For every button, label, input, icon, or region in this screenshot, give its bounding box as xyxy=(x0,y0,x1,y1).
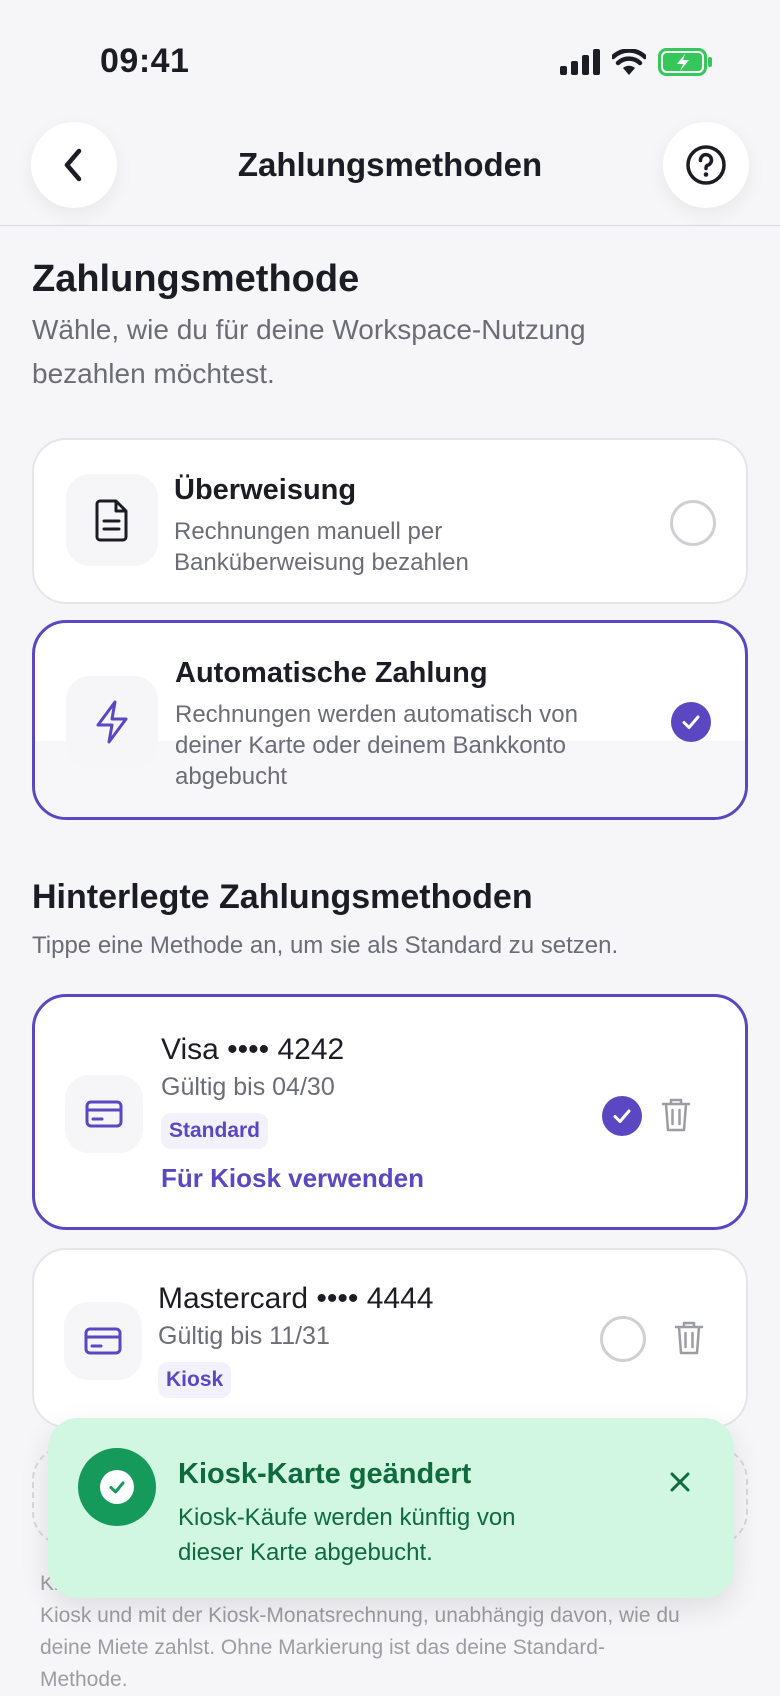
success-icon xyxy=(78,1448,156,1526)
help-button[interactable] xyxy=(663,122,749,208)
trash-icon[interactable] xyxy=(674,1320,704,1356)
footnote-line2: Kiosk und mit der Kiosk-Monatsrechnung, … xyxy=(40,1604,680,1627)
radio-selected[interactable] xyxy=(671,702,711,742)
credit-card-icon xyxy=(84,1327,122,1355)
section-description-saved-methods: Tippe eine Methode an, um sie als Standa… xyxy=(32,932,619,959)
status-bar: 09:41 xyxy=(0,0,780,110)
battery-charging-icon xyxy=(658,48,712,76)
trash-icon[interactable] xyxy=(661,1097,691,1133)
credit-card-icon-box xyxy=(65,1075,143,1153)
wifi-icon xyxy=(612,49,646,75)
credit-card-icon xyxy=(85,1100,123,1128)
help-circle-icon xyxy=(686,145,726,185)
status-icons xyxy=(560,48,712,76)
footnote-line3: deine Miete zahlst. Ohne Markierung ist … xyxy=(40,1636,605,1659)
saved-method-mastercard[interactable]: Mastercard •••• 4444 Gültig bis 11/31 Ki… xyxy=(32,1248,748,1428)
status-time: 09:41 xyxy=(100,42,190,80)
method-expiry: Gültig bis 11/31 xyxy=(158,1322,330,1350)
checkmark-icon xyxy=(613,1109,631,1123)
lightning-icon-box xyxy=(66,676,158,768)
document-icon-box xyxy=(66,474,158,566)
checkmark-icon xyxy=(682,715,700,729)
section-title-saved-methods: Hinterlegte Zahlungsmethoden xyxy=(32,878,533,916)
method-title: Visa •••• 4242 xyxy=(161,1033,345,1066)
document-icon xyxy=(95,499,128,542)
standard-badge: Standard xyxy=(161,1113,269,1149)
payment-option-transfer[interactable]: Überweisung Rechnungen manuell per Bankü… xyxy=(32,438,748,604)
option-subtitle-line1: Rechnungen werden automatisch von xyxy=(175,701,578,728)
option-subtitle-line1: Rechnungen manuell per xyxy=(174,518,443,545)
lightning-icon xyxy=(96,700,128,744)
payment-option-automatic[interactable]: Automatische Zahlung Rechnungen werden a… xyxy=(32,620,748,820)
header: Zahlungsmethoden xyxy=(0,110,780,226)
success-toast: Kiosk-Karte geändert Kiosk-Käufe werden … xyxy=(48,1418,734,1598)
footnote-line4: Methode. xyxy=(40,1668,128,1691)
toast-message-line2: dieser Karte abgebucht. xyxy=(178,1539,433,1566)
saved-method-visa[interactable]: Visa •••• 4242 Gültig bis 04/30 Standard… xyxy=(32,994,748,1230)
option-subtitle-line3: abgebucht xyxy=(175,763,288,790)
option-subtitle-line2: Banküberweisung bezahlen xyxy=(174,549,469,576)
radio-unselected[interactable] xyxy=(600,1316,646,1362)
method-expiry: Gültig bis 04/30 xyxy=(161,1073,335,1101)
toast-title: Kiosk-Karte geändert xyxy=(178,1458,472,1490)
option-title: Überweisung xyxy=(174,474,357,506)
toast-message: Kiosk-Käufe werden künftig von dieser Ka… xyxy=(178,1500,598,1570)
option-title: Automatische Zahlung xyxy=(175,657,488,689)
use-for-kiosk-link[interactable]: Für Kiosk verwenden xyxy=(161,1163,424,1194)
option-subtitle-line2: deiner Karte oder deinem Bankkonto xyxy=(175,732,566,759)
signal-icon xyxy=(560,49,600,75)
radio-selected[interactable] xyxy=(602,1096,642,1136)
credit-card-icon-box xyxy=(64,1302,142,1380)
kiosk-badge: Kiosk xyxy=(158,1362,232,1398)
close-icon[interactable] xyxy=(668,1470,692,1494)
section-description-line2: bezahlen möchtest. xyxy=(32,358,275,389)
section-description-line1: Wähle, wie du für deine Workspace-Nutzun… xyxy=(32,314,586,345)
checkmark-icon xyxy=(109,1481,125,1494)
toast-message-line1: Kiosk-Käufe werden künftig von xyxy=(178,1504,516,1531)
radio-unselected[interactable] xyxy=(670,500,716,546)
section-title-payment-method: Zahlungsmethode xyxy=(32,258,360,300)
method-title: Mastercard •••• 4444 xyxy=(158,1282,434,1315)
